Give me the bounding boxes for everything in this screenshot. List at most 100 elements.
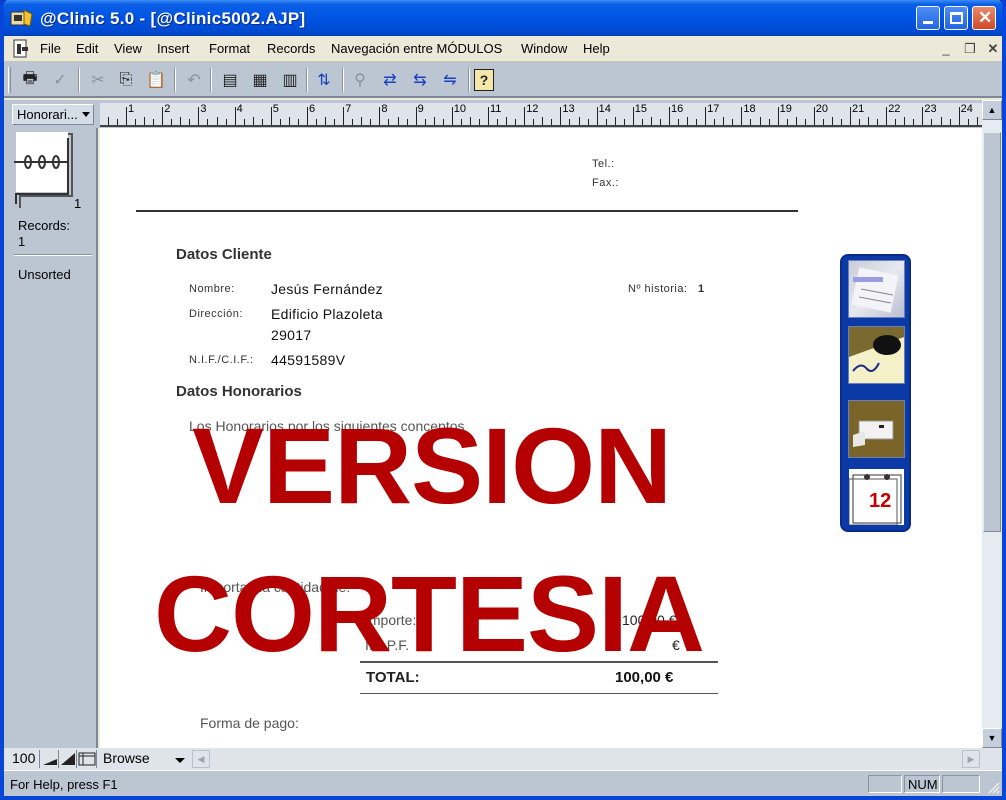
- arrow-left-icon: ◀: [197, 754, 205, 764]
- ruler-label: 11: [490, 103, 502, 115]
- nif-value[interactable]: 44591589V: [271, 352, 345, 368]
- ruler-label: 24: [960, 103, 973, 115]
- print-button[interactable]: 🖶: [18, 68, 42, 92]
- ruler-tick: [840, 119, 842, 125]
- ruler-tick: [669, 107, 670, 125]
- scroll-right-button[interactable]: ▶: [962, 750, 980, 768]
- historia-label: Nº historia:: [628, 283, 688, 295]
- mode-select[interactable]: Browse: [99, 750, 191, 768]
- ruler-label: 6: [309, 103, 316, 115]
- historia-value[interactable]: 1: [698, 283, 705, 295]
- menu-records[interactable]: Records: [267, 41, 315, 56]
- cut-button[interactable]: ✂: [86, 68, 110, 92]
- zoom-in-button[interactable]: [59, 750, 77, 768]
- printer-module-button[interactable]: [848, 400, 905, 458]
- ruler-label: 16: [671, 103, 684, 115]
- direccion-line1[interactable]: Edificio Plazoleta: [271, 306, 383, 322]
- mdi-restore-button[interactable]: ❐: [961, 40, 979, 58]
- duplicate-record-button[interactable]: ▦: [248, 68, 272, 92]
- maximize-button[interactable]: [944, 6, 968, 30]
- ruler-tick: [216, 117, 218, 125]
- ruler-label: 4: [236, 103, 243, 115]
- ruler-tick: [958, 107, 960, 125]
- documents-module-button[interactable]: [848, 260, 905, 318]
- ruler-tick: [370, 119, 372, 125]
- zoom-out-button[interactable]: [41, 750, 59, 768]
- copy-button[interactable]: ⎘: [114, 68, 138, 92]
- close-button[interactable]: ✕: [972, 6, 996, 30]
- mdi-minimize-button[interactable]: _: [937, 40, 955, 58]
- replace-button[interactable]: ⇋: [438, 68, 462, 92]
- scroll-left-button[interactable]: ◀: [192, 750, 210, 768]
- ruler-label: 12: [526, 103, 539, 115]
- sort-button[interactable]: ⇅: [312, 68, 336, 92]
- ruler-tick: [578, 117, 580, 125]
- ruler-tick: [252, 117, 254, 125]
- ruler-tick: [859, 119, 861, 125]
- ruler-tick: [524, 107, 526, 125]
- status-area-icon: [78, 752, 96, 766]
- layout-select-value: Honorari...: [17, 107, 78, 122]
- section-fees-heading: Datos Honorarios: [176, 383, 302, 400]
- ruler-tick: [587, 119, 589, 125]
- status-indicator-num: NUM: [904, 775, 940, 793]
- close-icon: ✕: [978, 8, 993, 27]
- paste-button[interactable]: 📋: [144, 68, 168, 92]
- ruler-label: 10: [453, 103, 467, 115]
- status-bar: For Help, press F1 NUM: [4, 770, 1002, 796]
- app-window: @Clinic 5.0 - [@Clinic5002.AJP] ✕ File E…: [0, 0, 1006, 800]
- help-button[interactable]: ?: [474, 69, 494, 91]
- toolbar-grip[interactable]: [8, 67, 11, 93]
- find-button[interactable]: ⚲: [348, 68, 372, 92]
- ruler-tick: [126, 107, 127, 125]
- delete-record-button[interactable]: ▥: [278, 68, 302, 92]
- menu-file[interactable]: File: [40, 41, 61, 56]
- ruler-tick: [316, 119, 318, 125]
- menu-insert[interactable]: Insert: [157, 41, 190, 56]
- toggle-status-area-button[interactable]: [77, 750, 97, 768]
- nombre-value[interactable]: Jesús Fernández: [271, 281, 383, 297]
- layout-select[interactable]: Honorari...: [12, 104, 94, 125]
- menu-window[interactable]: Window: [521, 41, 567, 56]
- ruler-tick: [596, 107, 598, 125]
- ruler-tick: [198, 107, 200, 125]
- resize-grip-icon[interactable]: [986, 780, 1000, 794]
- title-bar[interactable]: @Clinic 5.0 - [@Clinic5002.AJP] ✕: [4, 0, 1002, 36]
- scroll-thumb[interactable]: [983, 132, 1001, 532]
- minimize-button[interactable]: [916, 6, 940, 30]
- signature-module-button[interactable]: [848, 326, 905, 384]
- ruler-tick: [705, 107, 707, 125]
- ruler-tick: [786, 119, 788, 125]
- ruler-tick: [279, 119, 281, 125]
- undo-button[interactable]: ↶: [182, 68, 206, 92]
- records-value: 1: [18, 234, 26, 249]
- menu-edit[interactable]: Edit: [76, 41, 98, 56]
- menu-format[interactable]: Format: [209, 41, 250, 56]
- scroll-down-button[interactable]: ▼: [982, 728, 1002, 748]
- import-button[interactable]: ⇄: [378, 68, 402, 92]
- ruler-tick: [759, 117, 761, 125]
- zoom-level[interactable]: 100: [12, 750, 40, 768]
- scroll-up-button[interactable]: ▲: [982, 100, 1002, 120]
- ruler-tick: [469, 117, 471, 125]
- ruler-tick: [433, 117, 435, 125]
- ruler-tick: [659, 119, 661, 125]
- menu-view[interactable]: View: [114, 41, 142, 56]
- printer-icon: [853, 420, 894, 447]
- export-button[interactable]: ⇆: [408, 68, 432, 92]
- ruler-label: 22: [888, 103, 901, 115]
- new-record-button[interactable]: ▤: [218, 68, 242, 92]
- ruler-label: 5: [272, 103, 279, 115]
- status-indicator-caps: [868, 775, 902, 793]
- spellcheck-button[interactable]: ✓: [48, 68, 72, 92]
- ruler-tick: [967, 119, 969, 125]
- watermark-line1: VERSION: [192, 405, 672, 526]
- mdi-close-button[interactable]: ✕: [984, 40, 1002, 58]
- calendar-module-button[interactable]: 12: [848, 468, 905, 526]
- toolbar-separator: [210, 68, 212, 92]
- menu-navegacion[interactable]: Navegación entre MÓDULOS: [331, 41, 502, 56]
- vertical-scrollbar[interactable]: ▲ ▼: [982, 100, 1002, 748]
- direccion-line2[interactable]: 29017: [271, 327, 311, 343]
- ruler-tick: [804, 119, 806, 125]
- menu-help[interactable]: Help: [583, 41, 610, 56]
